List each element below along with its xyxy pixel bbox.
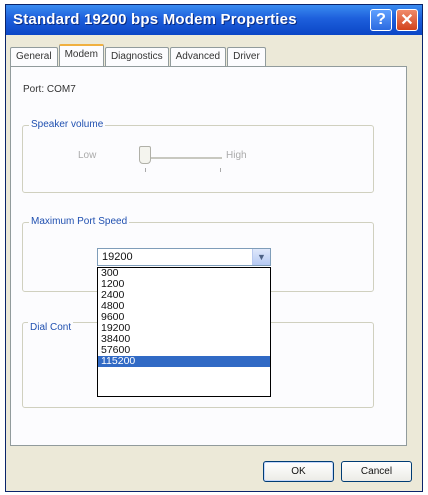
- tab-driver[interactable]: Driver: [227, 47, 266, 66]
- volume-tick-low: [145, 168, 146, 172]
- port-speed-value: 19200: [102, 251, 133, 263]
- volume-low-label: Low: [78, 150, 97, 161]
- ok-button[interactable]: OK: [263, 461, 334, 482]
- window-title: Standard 19200 bps Modem Properties: [13, 11, 297, 28]
- volume-slider-thumb[interactable]: [139, 146, 151, 164]
- chevron-down-icon[interactable]: ▼: [252, 249, 270, 265]
- speaker-volume-title: Speaker volume: [29, 119, 106, 130]
- close-icon: ✕: [400, 12, 414, 29]
- help-button[interactable]: ?: [370, 9, 392, 31]
- tab-general[interactable]: General: [10, 47, 58, 66]
- speed-option-highlighted[interactable]: 115200: [98, 356, 270, 367]
- help-icon: ?: [376, 11, 386, 28]
- port-label: Port: COM7: [23, 84, 76, 95]
- max-port-speed-title: Maximum Port Speed: [29, 216, 130, 227]
- port-speed-select[interactable]: 19200 ▼: [97, 248, 271, 266]
- title-bar[interactable]: Standard 19200 bps Modem Properties ? ✕: [6, 5, 422, 35]
- close-button[interactable]: ✕: [396, 9, 418, 31]
- tab-advanced[interactable]: Advanced: [169, 47, 227, 66]
- tab-diagnostics[interactable]: Diagnostics: [104, 47, 169, 66]
- tab-modem[interactable]: Modem: [58, 44, 104, 67]
- volume-slider-track: [140, 157, 222, 159]
- speaker-volume-group: Speaker volume: [22, 119, 374, 193]
- port-speed-dropdown-list: 300 1200 2400 4800 9600 19200 38400 5760…: [97, 267, 271, 397]
- volume-high-label: High: [226, 150, 247, 161]
- dial-control-title: Dial Cont: [28, 322, 74, 333]
- cancel-button[interactable]: Cancel: [341, 461, 412, 482]
- volume-tick-high: [220, 168, 221, 172]
- tab-strip: General Modem Diagnostics Advanced Drive…: [10, 44, 267, 67]
